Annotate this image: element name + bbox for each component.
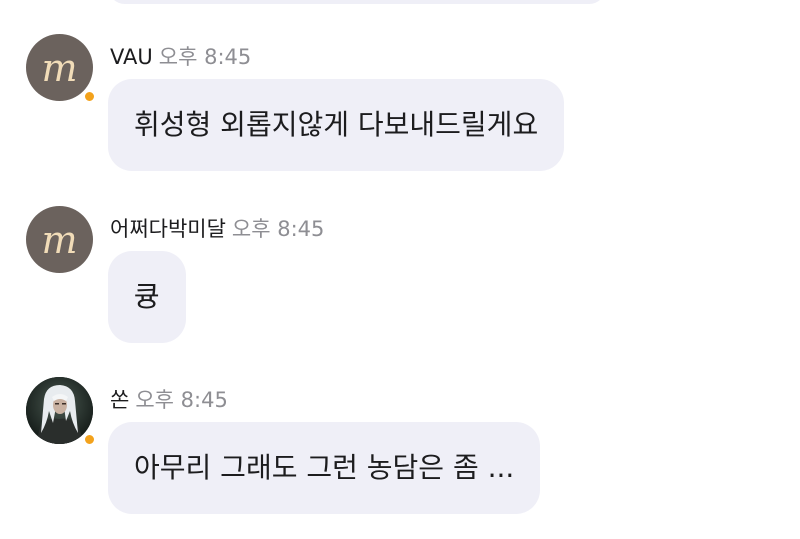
avatar[interactable]: m: [26, 34, 93, 101]
sender-name[interactable]: VAU: [110, 45, 153, 69]
message-text: 휘성형 외롭지않게 다보내드릴게요: [134, 108, 539, 141]
message-text: 아무리 그래도 그런 농담은 좀 ...: [134, 451, 515, 484]
message-time: 오후 8:45: [135, 388, 228, 412]
brand-m-logo-icon: m: [41, 45, 77, 90]
white-haired-character-portrait: [26, 377, 93, 444]
online-status-dot: [83, 433, 96, 446]
previous-message-bubble[interactable]: [108, 0, 606, 4]
message-bubble[interactable]: 아무리 그래도 그런 농담은 좀 ...: [108, 422, 541, 514]
message-bubble[interactable]: 큥: [108, 251, 186, 343]
message-meta: 어쩌다박미달 오후 8:45: [110, 213, 324, 243]
message-time: 오후 8:45: [231, 217, 325, 241]
avatar[interactable]: m: [26, 206, 93, 273]
brand-m-logo-icon: m: [41, 217, 77, 262]
sender-name[interactable]: 어쩌다박미달: [110, 217, 226, 241]
sender-name[interactable]: 쏜: [110, 388, 129, 412]
message-meta: 쏜 오후 8:45: [110, 384, 228, 414]
message-text: 큥: [134, 280, 160, 313]
message-meta: VAU 오후 8:45: [110, 41, 251, 71]
message-time: 오후 8:45: [158, 45, 252, 69]
message-bubble[interactable]: 휘성형 외롭지않게 다보내드릴게요: [108, 79, 565, 171]
online-status-dot: [83, 90, 96, 103]
avatar[interactable]: [26, 377, 93, 444]
